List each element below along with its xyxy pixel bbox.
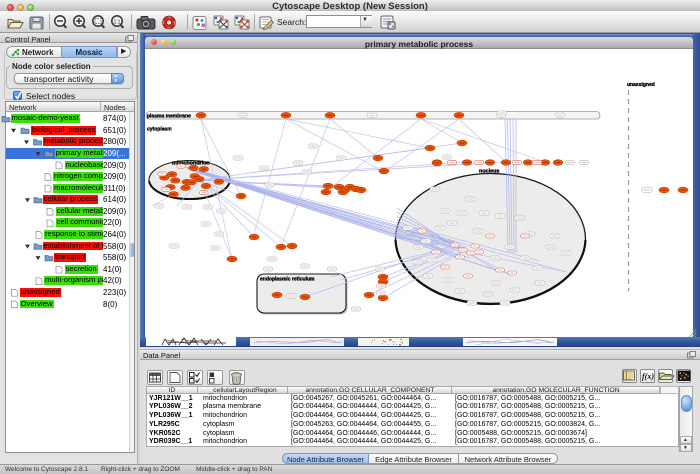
svg-text:f(x): f(x) xyxy=(642,372,654,381)
svg-text:unassigned: unassigned xyxy=(627,82,655,88)
svg-text:cytoplasm: cytoplasm xyxy=(147,127,172,133)
svg-text:endoplasmic reticulum: endoplasmic reticulum xyxy=(260,277,315,283)
svg-text:nucleus: nucleus xyxy=(479,169,499,175)
svg-text:plasma membrane: plasma membrane xyxy=(147,114,191,120)
